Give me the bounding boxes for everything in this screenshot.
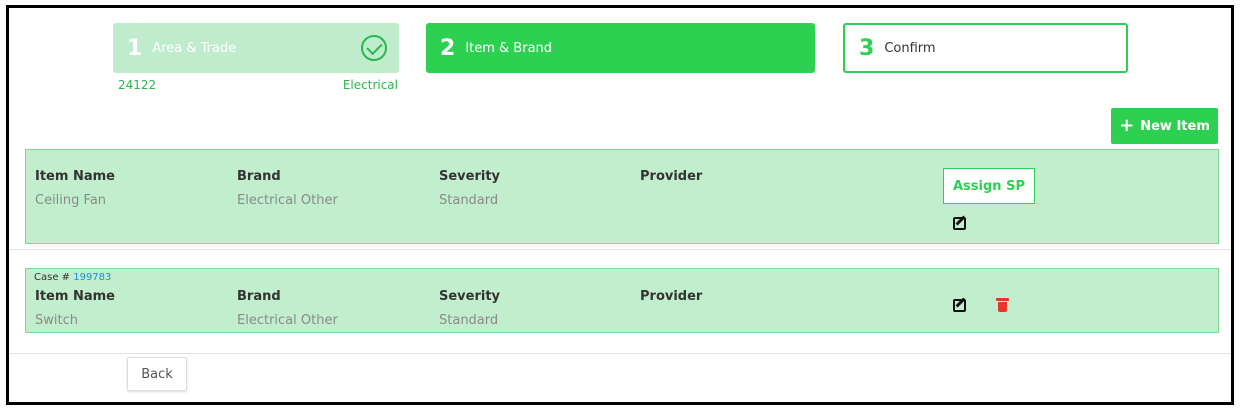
step-label: Area & Trade (152, 40, 237, 56)
assign-sp-button[interactable]: Assign SP (943, 168, 1035, 204)
case-label: Case # (34, 272, 74, 283)
item-name-value: Ceiling Fan (35, 193, 107, 208)
trash-body (998, 302, 1007, 312)
case-number-link[interactable]: 199783 (73, 272, 111, 283)
check-circle-icon (361, 35, 387, 61)
step-label: Item & Brand (465, 40, 553, 56)
severity-header: Severity (439, 289, 501, 304)
provider-header: Provider (640, 169, 703, 184)
selected-area: 24122 (118, 78, 157, 92)
brand-header: Brand (237, 289, 281, 304)
divider (9, 353, 1231, 354)
step-label: Confirm (884, 40, 936, 56)
item-name-value: Switch (35, 313, 78, 328)
divider (9, 249, 1231, 250)
edit-icon[interactable] (953, 299, 966, 312)
plus-icon: + (1119, 115, 1135, 136)
step-number: 1 (127, 35, 143, 61)
severity-header: Severity (439, 169, 501, 184)
back-button[interactable]: Back (127, 357, 187, 391)
edit-icon[interactable] (953, 217, 966, 230)
step-area-trade[interactable]: 1 Area & Trade (113, 23, 399, 73)
step-item-brand[interactable]: 2 Item & Brand (426, 23, 815, 73)
trash-lid (996, 298, 1009, 301)
brand-value: Electrical Other (237, 193, 338, 208)
brand-value: Electrical Other (237, 313, 338, 328)
item-name-header: Item Name (35, 289, 115, 304)
severity-value: Standard (439, 193, 499, 208)
app-frame: 1 Area & Trade 2 Item & Brand 3 Confirm … (6, 5, 1234, 405)
item-card: Case # 199783 Item Name Brand Severity P… (25, 268, 1219, 333)
selected-trade: Electrical (342, 78, 398, 92)
provider-header: Provider (640, 289, 703, 304)
case-number: Case # 199783 (34, 272, 111, 283)
brand-header: Brand (237, 169, 281, 184)
step-number: 2 (440, 35, 456, 61)
new-item-label: New Item (1140, 118, 1210, 134)
item-card: Item Name Brand Severity Provider Ceilin… (25, 149, 1219, 244)
item-name-header: Item Name (35, 169, 115, 184)
severity-value: Standard (439, 313, 499, 328)
step-number: 3 (859, 35, 875, 61)
trash-icon[interactable] (996, 298, 1009, 312)
new-item-button[interactable]: + New Item (1111, 108, 1218, 144)
step-confirm[interactable]: 3 Confirm (843, 23, 1128, 73)
